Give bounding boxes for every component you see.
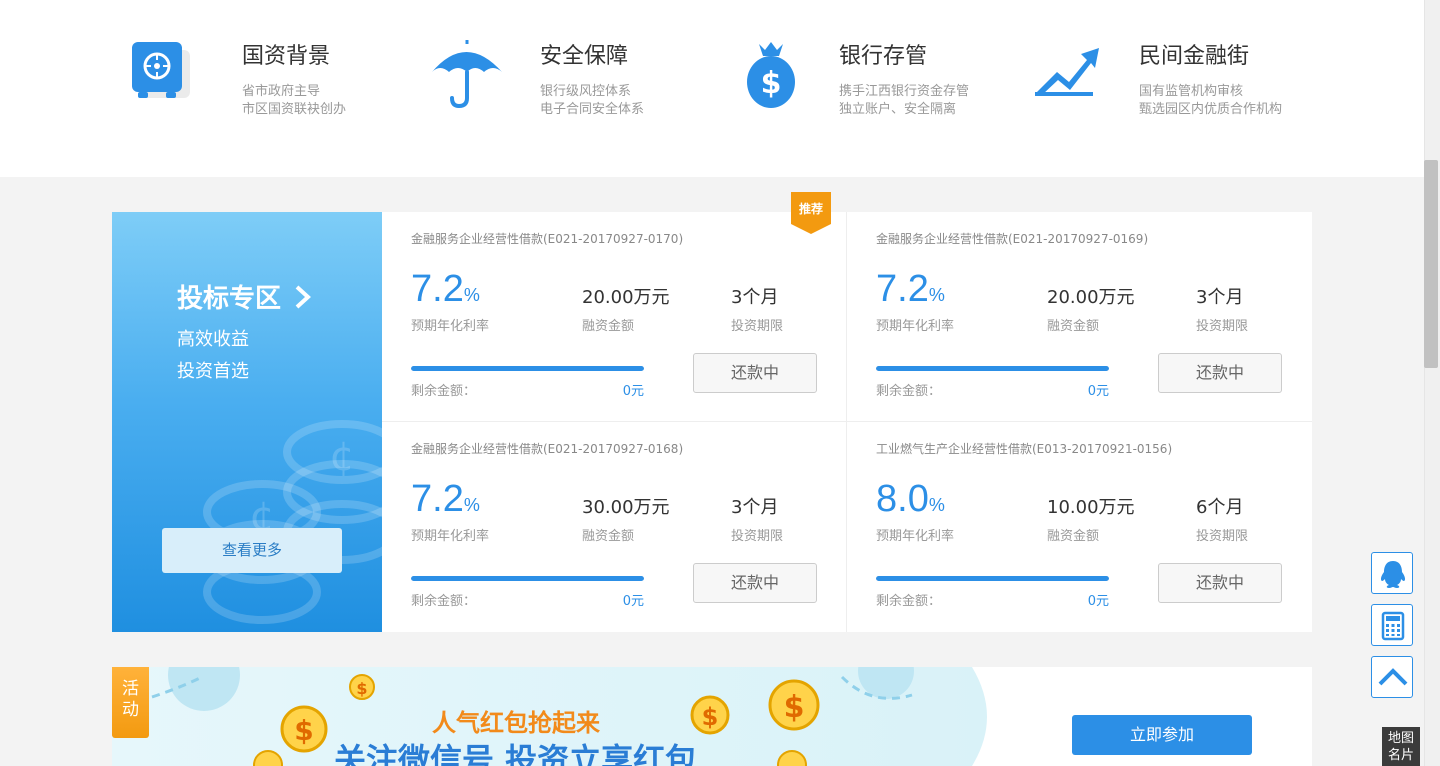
loan-title[interactable]: 金融服务企业经营性借款(E021-20170927-0169) [876, 230, 1148, 247]
feature-line: 市区国资联袂创办 [242, 102, 347, 117]
loan-card[interactable]: 推荐 金融服务企业经营性借款(E021-20170927-0170) 7.2% … [382, 192, 847, 422]
feature-title: 银行存管 [839, 44, 928, 69]
repaying-status-button[interactable]: 还款中 [693, 353, 817, 393]
loan-amount-label: 融资金额 [1047, 319, 1100, 334]
svg-text:$: $ [784, 690, 805, 725]
map-card-button[interactable]: 地图 名片 [1382, 727, 1420, 766]
remaining-value: 0元 [622, 594, 644, 609]
scrollbar-track[interactable] [1424, 0, 1440, 766]
loan-cards: 推荐 金融服务企业经营性借款(E021-20170927-0170) 7.2% … [382, 192, 1312, 632]
calculator-button[interactable] [1371, 604, 1413, 646]
umbrella-icon [432, 40, 502, 109]
back-to-top-button[interactable] [1371, 656, 1413, 698]
loan-term: 3个月 [1196, 287, 1244, 308]
feature-line: 甄选园区内优质合作机构 [1139, 102, 1283, 117]
remaining-value: 0元 [1087, 384, 1109, 399]
loan-rate-label: 预期年化利率 [876, 319, 955, 334]
qq-icon [1380, 561, 1406, 588]
svg-text:¢: ¢ [329, 434, 354, 480]
loan-progress-bar [411, 576, 644, 581]
features-strip: 国资背景 省市政府主导 市区国资联袂创办 安全保障 银行级风控体系 电子合同安全… [0, 0, 1424, 177]
activity-subheadline: 关注微信号 投资立享红包 [334, 741, 698, 766]
join-now-button[interactable]: 立即参加 [1072, 715, 1252, 755]
map-card-line: 名片 [1387, 748, 1414, 763]
loan-term-label: 投资期限 [1196, 319, 1249, 334]
loan-term: 3个月 [731, 497, 779, 518]
invest-zone-panel: ¢ ¢ 投标专区 高效收益 投资首选 查看更多 [112, 212, 382, 632]
chevron-up-icon [1378, 668, 1408, 686]
loan-term-label: 投资期限 [731, 319, 784, 334]
svg-text:$: $ [356, 679, 367, 698]
remaining-label: 剩余金额： [876, 384, 942, 399]
trend-up-icon [1035, 48, 1099, 96]
repaying-status-button[interactable]: 还款中 [1158, 353, 1282, 393]
remaining-label: 剩余金额： [411, 594, 477, 609]
loan-amount: 30.00万元 [582, 497, 670, 518]
remaining-value: 0元 [622, 384, 644, 399]
loan-amount: 20.00万元 [582, 287, 670, 308]
calculator-icon [1381, 611, 1405, 641]
invest-zone-title[interactable]: 投标专区 [177, 278, 281, 315]
loan-term-label: 投资期限 [731, 529, 784, 544]
loan-title[interactable]: 工业燃气生产企业经营性借款(E013-20170921-0156) [876, 440, 1172, 457]
loan-rate-label: 预期年化利率 [411, 529, 490, 544]
svg-text:$: $ [702, 703, 719, 731]
loan-rate: 8.0% [876, 478, 945, 520]
feature-title: 民间金融街 [1139, 44, 1250, 69]
remaining-value: 0元 [1087, 594, 1109, 609]
chevron-right-icon[interactable] [292, 284, 314, 310]
coins-icon: ¢ ¢ [203, 420, 382, 624]
view-more-button[interactable]: 查看更多 [162, 528, 342, 573]
feature-line: 独立账户、安全隔离 [839, 102, 957, 117]
loan-progress-bar [411, 366, 644, 371]
svg-text:$: $ [294, 714, 313, 747]
remaining-label: 剩余金额： [411, 384, 477, 399]
safe-icon [132, 42, 190, 98]
scrollbar-thumb[interactable] [1424, 160, 1438, 368]
loan-card[interactable]: 金融服务企业经营性借款(E021-20170927-0168) 7.2% 预期年… [382, 422, 847, 632]
loan-title[interactable]: 金融服务企业经营性借款(E021-20170927-0170) [411, 230, 683, 247]
loan-rate: 7.2% [411, 268, 480, 310]
repaying-status-button[interactable]: 还款中 [1158, 563, 1282, 603]
qq-service-button[interactable] [1371, 552, 1413, 594]
activity-headline: 人气红包抢起来 [432, 709, 600, 737]
feature-line: 携手江西银行资金存管 [839, 84, 970, 99]
activity-tag: 活动 [112, 667, 149, 738]
loan-card[interactable]: 金融服务企业经营性借款(E021-20170927-0169) 7.2% 预期年… [847, 212, 1312, 422]
remaining-label: 剩余金额： [876, 594, 942, 609]
money-bag-icon: $ [747, 42, 795, 108]
loan-rate-label: 预期年化利率 [876, 529, 955, 544]
loan-title[interactable]: 金融服务企业经营性借款(E021-20170927-0168) [411, 440, 683, 457]
loan-term: 6个月 [1196, 497, 1244, 518]
svg-text:$: $ [761, 66, 782, 101]
recommend-badge-label: 推荐 [798, 202, 823, 216]
loan-amount: 20.00万元 [1047, 287, 1135, 308]
loan-progress-bar [876, 366, 1109, 371]
feature-line: 省市政府主导 [242, 84, 321, 99]
loan-amount: 10.00万元 [1047, 497, 1135, 518]
loan-amount-label: 融资金额 [1047, 529, 1100, 544]
repaying-status-button[interactable]: 还款中 [693, 563, 817, 603]
loan-term-label: 投资期限 [1196, 529, 1249, 544]
feature-title: 安全保障 [540, 44, 629, 69]
loan-term: 3个月 [731, 287, 779, 308]
invest-zone-sub: 投资首选 [177, 361, 249, 382]
loan-rate: 7.2% [411, 478, 480, 520]
map-card-line: 地图 [1387, 731, 1414, 746]
loan-progress-bar [876, 576, 1109, 581]
loan-amount-label: 融资金额 [582, 529, 635, 544]
feature-line: 电子合同安全体系 [540, 102, 645, 117]
loan-rate-label: 预期年化利率 [411, 319, 490, 334]
activity-section: $ $ $ $ 人气红包抢起来 关注微信号 投资立享红包 立即参加 [112, 667, 1312, 766]
invest-zone-sub: 高效收益 [177, 329, 249, 350]
loan-rate: 7.2% [876, 268, 945, 310]
loan-amount-label: 融资金额 [582, 319, 635, 334]
feature-line: 银行级风控体系 [540, 84, 632, 99]
feature-line: 国有监管机构审核 [1139, 84, 1244, 99]
feature-title: 国资背景 [242, 44, 331, 69]
loan-card[interactable]: 工业燃气生产企业经营性借款(E013-20170921-0156) 8.0% 预… [847, 422, 1312, 632]
